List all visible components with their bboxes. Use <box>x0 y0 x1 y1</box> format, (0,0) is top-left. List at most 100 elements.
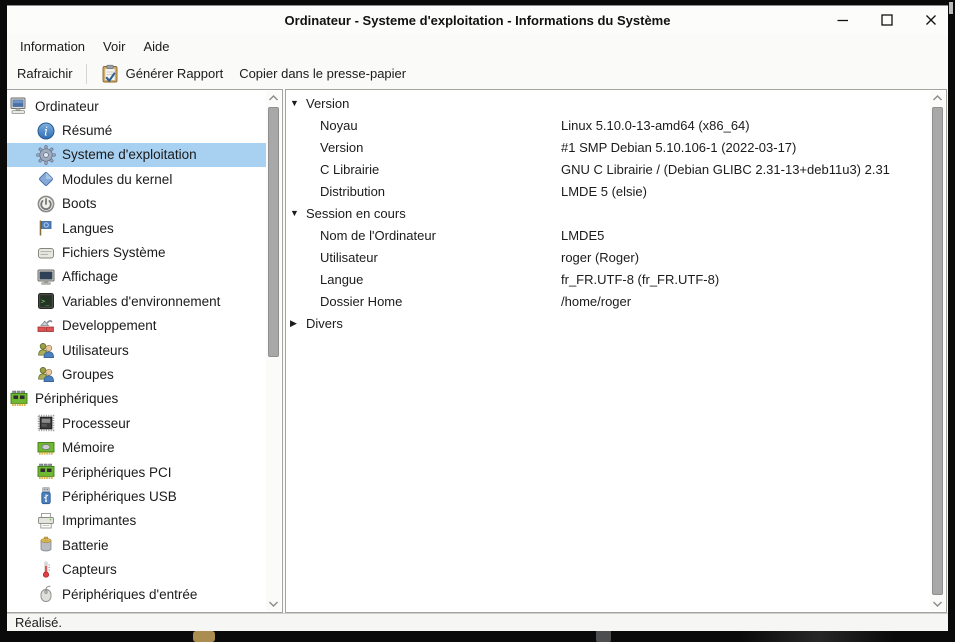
sidebar-item-systeme-d-exploitation[interactable]: Systeme d'exploitation <box>7 143 266 167</box>
info-icon: i <box>36 121 56 141</box>
section-label: Version <box>306 96 349 111</box>
toolbar-separator <box>86 64 87 84</box>
row-label: C Librairie <box>286 162 379 177</box>
details-panel: ▼VersionNoyauLinux 5.10.0-13-amd64 (x86_… <box>285 89 947 613</box>
bricks-icon <box>36 316 56 336</box>
ram-icon <box>36 438 56 458</box>
sidebar-item-stockage[interactable]: Stockage <box>7 606 266 612</box>
sidebar-scrollbar[interactable] <box>266 91 281 611</box>
row-value: Linux 5.10.0-13-amd64 (x86_64) <box>561 114 750 136</box>
users-icon <box>36 340 56 360</box>
window-controls <box>836 6 938 34</box>
sidebar-tree: OrdinateuriRésuméSysteme d'exploitation M… <box>7 94 266 612</box>
refresh-button[interactable]: Rafraichir <box>9 62 81 85</box>
sidebar-item-ordinateur[interactable]: Ordinateur <box>7 94 266 118</box>
sidebar-item-peripheriques-d-entree[interactable]: Périphériques d'entrée <box>7 582 266 606</box>
row-version: Version#1 SMP Debian 5.10.106-1 (2022-03… <box>286 136 930 158</box>
row-value: /home/roger <box>561 290 631 312</box>
sidebar-item-label: Modules du kernel <box>62 172 172 187</box>
section-label: Divers <box>306 316 343 331</box>
power-icon <box>36 194 56 214</box>
scroll-up-icon[interactable] <box>266 91 281 105</box>
sidebar-item-boots[interactable]: Boots <box>7 192 266 216</box>
menu-aide[interactable]: Aide <box>134 36 178 57</box>
usb-icon <box>36 486 56 506</box>
drive-icon <box>36 243 56 263</box>
sidebar-item-affichage[interactable]: Affichage <box>7 265 266 289</box>
section-session-en-cours[interactable]: ▼Session en cours <box>286 202 930 224</box>
sidebar-item-capteurs[interactable]: Capteurs <box>7 557 266 581</box>
row-label: Distribution <box>286 184 385 199</box>
details-scrollbar-thumb[interactable] <box>932 107 943 595</box>
row-label: Langue <box>286 272 363 287</box>
sidebar-item-label: Processeur <box>62 416 130 431</box>
sidebar-item-modules-du-kernel[interactable]: Modules du kernel <box>7 167 266 191</box>
row-distribution: Distribution LMDE 5 (elsie) <box>286 180 930 202</box>
desktop-icon-fragment <box>596 630 611 642</box>
scroll-down-icon[interactable] <box>266 597 281 611</box>
row-value: fr_FR.UTF-8 (fr_FR.UTF-8) <box>561 268 719 290</box>
sidebar-item-peripheriques[interactable]: Périphériques <box>7 387 266 411</box>
row-c-librairie: C Librairie GNU C Librairie / (Debian GLI… <box>286 158 930 180</box>
row-langue: Langue fr_FR.UTF-8 (fr_FR.UTF-8) <box>286 268 930 290</box>
scroll-down-icon[interactable] <box>930 597 945 611</box>
sidebar-item-variables-d-environnement[interactable]: >_Variables d'environnement <box>7 289 266 313</box>
expander-collapsed-icon[interactable]: ▶ <box>286 318 306 329</box>
sidebar-item-groupes[interactable]: Groupes <box>7 362 266 386</box>
row-label: Noyau <box>286 118 358 133</box>
sidebar-item-peripheriques-usb[interactable]: Périphériques USB <box>7 484 266 508</box>
row-label: Nom de l'Ordinateur <box>286 228 436 243</box>
svg-text:i: i <box>44 124 48 138</box>
row-value: GNU C Librairie / (Debian GLIBC 2.31-13+… <box>561 158 890 180</box>
sidebar-item-label: Developpement <box>62 318 157 333</box>
titlebar[interactable]: Ordinateur - Systeme d'exploitation - In… <box>7 6 948 34</box>
sidebar-item-resume[interactable]: iRésumé <box>7 118 266 142</box>
drive-icon <box>36 608 56 612</box>
copy-clipboard-button[interactable]: Copier dans le presse-papier <box>231 62 414 85</box>
sidebar-item-processeur[interactable]: Processeur <box>7 411 266 435</box>
row-nom-de-l-ordinateur: Nom de l'OrdinateurLMDE5 <box>286 224 930 246</box>
row-value: #1 SMP Debian 5.10.106-1 (2022-03-17) <box>561 136 796 158</box>
scroll-up-icon[interactable] <box>930 91 945 105</box>
details-scrollbar[interactable] <box>930 91 945 611</box>
copy-clipboard-label: Copier dans le presse-papier <box>239 66 406 81</box>
close-button[interactable] <box>924 13 938 27</box>
display-icon <box>36 267 56 287</box>
maximize-button[interactable] <box>880 13 894 27</box>
computer-icon <box>9 96 29 116</box>
sidebar-item-label: Batterie <box>62 538 109 553</box>
row-utilisateur: Utilisateurroger (Roger) <box>286 246 930 268</box>
sidebar-item-memoire[interactable]: Mémoire <box>7 435 266 459</box>
minimize-button[interactable] <box>836 13 850 27</box>
sidebar-scrollbar-thumb[interactable] <box>268 107 279 357</box>
sidebar-item-imprimantes[interactable]: Imprimantes <box>7 509 266 533</box>
users-icon <box>36 364 56 384</box>
sidebar-item-label: Capteurs <box>62 562 117 577</box>
menu-information[interactable]: Information <box>11 36 94 57</box>
expander-expanded-icon[interactable]: ▼ <box>286 98 306 108</box>
sidebar-item-peripheriques-pci[interactable]: Périphériques PCI <box>7 460 266 484</box>
menu-voir[interactable]: Voir <box>94 36 134 57</box>
gear-icon <box>36 145 56 165</box>
section-divers[interactable]: ▶Divers <box>286 312 930 334</box>
clipboard-check-icon <box>100 64 120 84</box>
sidebar-item-label: Mémoire <box>62 440 115 455</box>
sidebar-item-label: Périphériques <box>35 391 118 406</box>
sidebar-item-label: Affichage <box>62 269 118 284</box>
toolbar: Rafraichir Générer Rapport Copier dans l… <box>7 58 948 89</box>
row-value: LMDE 5 (elsie) <box>561 180 647 202</box>
expander-expanded-icon[interactable]: ▼ <box>286 208 306 218</box>
pci-card-icon <box>36 462 56 482</box>
printer-icon <box>36 511 56 531</box>
sidebar-item-batterie[interactable]: Batterie <box>7 533 266 557</box>
generate-report-button[interactable]: Générer Rapport <box>92 60 232 88</box>
sidebar-item-developpement[interactable]: Developpement <box>7 314 266 338</box>
sidebar-item-label: Fichiers Système <box>62 245 166 260</box>
row-value: roger (Roger) <box>561 246 639 268</box>
section-version[interactable]: ▼Version <box>286 92 930 114</box>
status-text: Réalisé. <box>15 615 62 630</box>
sidebar-item-fichiers-systeme[interactable]: Fichiers Système <box>7 240 266 264</box>
sidebar-item-langues[interactable]: Langues <box>7 216 266 240</box>
sidebar-item-utilisateurs[interactable]: Utilisateurs <box>7 338 266 362</box>
mouse-icon <box>36 584 56 604</box>
